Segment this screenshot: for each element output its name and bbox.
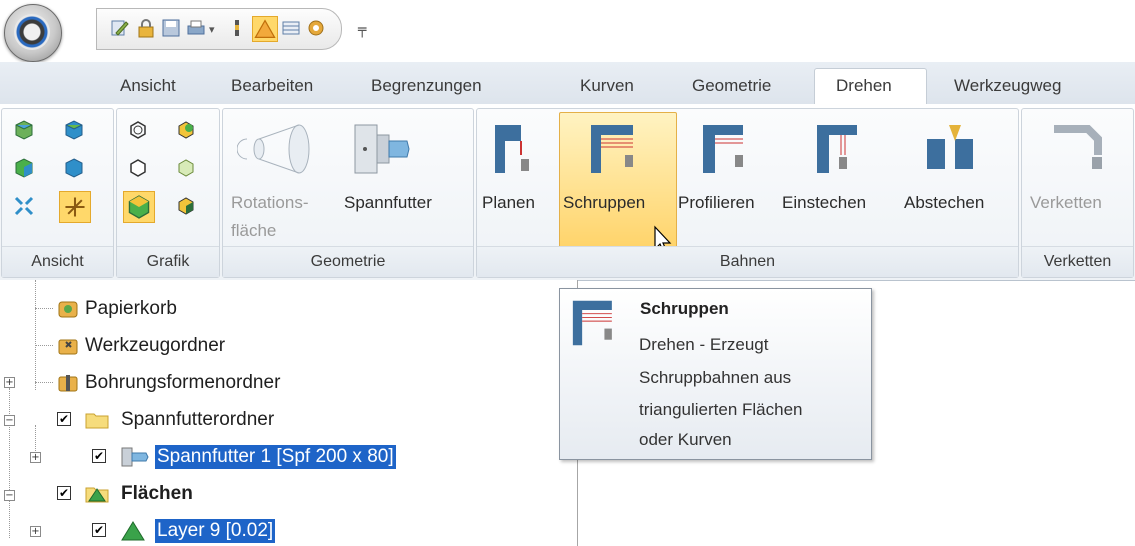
tree-item-papierkorb[interactable]: Papierkorb [85, 297, 177, 321]
application-menu-button[interactable] [4, 4, 62, 62]
tooltip-line-2: Schruppbahnen aus [639, 368, 792, 387]
expand-toggle[interactable]: + [4, 377, 15, 388]
tree-line [35, 308, 53, 309]
tree-item-spannfutterordner[interactable]: Spannfutterordner [121, 408, 274, 432]
tab-kurven[interactable]: Kurven [580, 76, 634, 96]
planen-icon[interactable] [491, 121, 537, 177]
tree-line [9, 388, 10, 538]
wireframe-cube-icon[interactable] [127, 119, 149, 141]
shaded-cube-icon[interactable] [175, 119, 197, 141]
print-dropdown-chevron-icon[interactable]: ▾ [209, 23, 215, 36]
verketten-icon[interactable] [1050, 121, 1108, 177]
abstechen-icon[interactable] [923, 121, 979, 177]
layer-icon [121, 521, 145, 541]
tree-item-bohrungsformenordner[interactable]: Bohrungsformenordner [85, 371, 280, 395]
shaded-dark-icon[interactable] [175, 195, 197, 217]
profilieren-icon[interactable] [699, 121, 755, 177]
tooltip-line-3: triangulierten Flächen [639, 400, 803, 419]
group-ansicht: Ansicht [1, 108, 114, 278]
checkbox-spannfutterordner[interactable]: ✔ [57, 412, 71, 426]
schruppen-tooltip: Schruppen Drehen - Erzeugt Schruppbahnen… [559, 288, 872, 460]
cube-view-iso-icon[interactable] [63, 157, 85, 179]
group-label-ansicht: Ansicht [2, 246, 113, 277]
abstechen-label[interactable]: Abstechen [904, 193, 984, 213]
recycle-bin-icon [58, 301, 78, 318]
surfaces-folder-icon [85, 487, 109, 503]
group-grafik: Grafik [116, 108, 220, 278]
tree-item-werkzeugordner[interactable]: Werkzeugordner [85, 334, 225, 358]
folder-icon [85, 413, 109, 429]
collapse-toggle[interactable]: − [4, 490, 15, 501]
planen-label[interactable]: Planen [482, 193, 535, 213]
shaded-edges-icon[interactable] [123, 191, 155, 223]
tree-view: Papierkorb Werkzeugordner + Bohrungsform… [0, 280, 578, 546]
tree-line [35, 345, 53, 346]
tab-ansicht[interactable]: Ansicht [120, 76, 176, 96]
ribbon-panel: Ansicht Grafik Rotations- fläche Spannfu… [0, 104, 1135, 281]
tree-line [35, 382, 53, 383]
warning-icon[interactable] [252, 16, 278, 42]
drill-folder-icon [58, 375, 78, 392]
print-icon[interactable] [186, 18, 206, 38]
rotation-surface-label-2: fläche [231, 221, 277, 240]
group-label-grafik: Grafik [117, 246, 219, 277]
hidden-line-icon[interactable] [127, 157, 149, 179]
checkbox-flaechen[interactable]: ✔ [57, 486, 71, 500]
grid-icon[interactable] [281, 18, 301, 38]
tooltip-title: Schruppen [640, 299, 729, 318]
group-bahnen: Schruppen Planen Profilieren Einstechen … [476, 108, 1019, 278]
expand-toggle[interactable]: + [30, 452, 41, 463]
tree-item-spannfutter-1[interactable]: Spannfutter 1 [Spf 200 x 80] [154, 444, 397, 470]
cube-view-top-icon[interactable] [13, 119, 35, 141]
verketten-label: Verketten [1030, 193, 1102, 212]
settings-icon[interactable] [306, 18, 326, 38]
cube-view-side-icon[interactable] [13, 157, 35, 179]
einstechen-icon[interactable] [813, 121, 869, 177]
schruppen-label[interactable]: Schruppen [563, 193, 645, 213]
rotation-surface-label-1: Rotations- [231, 193, 309, 212]
chuck-item-icon [121, 447, 149, 467]
chuck-label[interactable]: Spannfutter [344, 193, 432, 213]
group-label-bahnen: Bahnen [477, 246, 1018, 277]
tool-folder-icon [58, 339, 78, 355]
tab-drehen[interactable]: Drehen [836, 76, 892, 96]
ribbon-tab-bar: Ansicht Bearbeiten Begrenzungen Kurven G… [0, 62, 1135, 106]
group-label-verketten: Verketten [1022, 246, 1133, 277]
zoom-extents-icon[interactable] [13, 195, 35, 217]
tooltip-line-1: Drehen - Erzeugt [639, 335, 769, 354]
transparent-cube-icon[interactable] [175, 157, 197, 179]
tree-item-layer-9[interactable]: Layer 9 [0.02] [153, 518, 277, 544]
tab-geometrie[interactable]: Geometrie [692, 76, 771, 96]
checkbox-spannfutter-1[interactable]: ✔ [92, 449, 106, 463]
schruppen-icon[interactable] [587, 121, 647, 177]
schruppen-tooltip-icon [572, 300, 612, 346]
edit-icon[interactable] [110, 18, 130, 38]
profilieren-label[interactable]: Profilieren [678, 193, 755, 213]
save-icon[interactable] [161, 18, 181, 38]
tab-begrenzungen[interactable]: Begrenzungen [371, 76, 482, 96]
quick-access-toolbar: ▾ ╤ [0, 0, 1135, 62]
tree-item-flaechen[interactable]: Flächen [121, 482, 193, 506]
tab-bearbeiten[interactable]: Bearbeiten [231, 76, 313, 96]
checkbox-layer-9[interactable]: ✔ [92, 523, 106, 537]
group-label-geometrie: Geometrie [223, 246, 473, 277]
tooltip-line-4: oder Kurven [639, 430, 732, 449]
customize-qat-icon[interactable]: ╤ [358, 22, 366, 38]
lock-icon[interactable] [136, 18, 156, 38]
group-verketten: Verketten Verketten [1021, 108, 1134, 278]
expand-toggle[interactable]: + [30, 526, 41, 537]
quick-access-bar: ▾ [96, 8, 342, 50]
rotation-surface-icon[interactable] [237, 121, 317, 177]
tab-werkzeugweg[interactable]: Werkzeugweg [954, 76, 1061, 96]
app-logo-icon [14, 14, 50, 50]
einstechen-label[interactable]: Einstechen [782, 193, 866, 213]
drill-tool-icon[interactable] [227, 18, 247, 38]
cube-view-front-icon[interactable] [63, 119, 85, 141]
collapse-toggle[interactable]: − [4, 415, 15, 426]
group-geometrie: Rotations- fläche Spannfutter Geometrie [222, 108, 474, 278]
tree-line [35, 280, 36, 390]
chuck-icon[interactable] [349, 119, 413, 179]
axes-origin-icon[interactable] [59, 191, 91, 223]
